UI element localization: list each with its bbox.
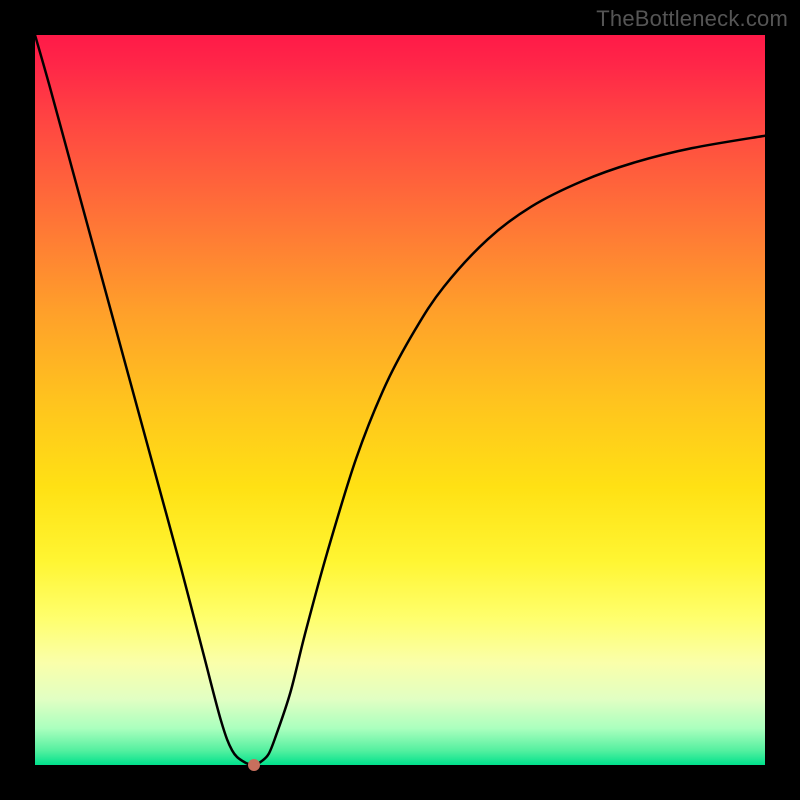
chart-plot-area [35,35,765,765]
chart-curve-svg [35,35,765,765]
bottleneck-curve-path [35,35,765,765]
chart-minimum-marker [248,759,260,771]
watermark-text: TheBottleneck.com [596,6,788,32]
